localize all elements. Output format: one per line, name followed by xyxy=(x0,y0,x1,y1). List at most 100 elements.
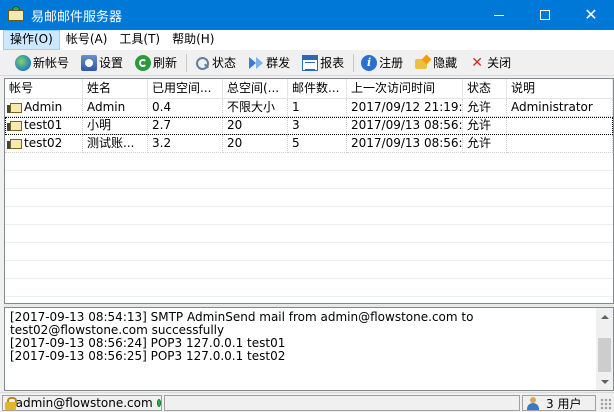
column-header-name[interactable]: 姓名 xyxy=(83,79,148,99)
cell-last-access: 2017/09/13 08:56:24 xyxy=(347,117,463,135)
status-bar: admin@flowstone.com 3 用户 xyxy=(0,392,614,412)
cell-total-space: 20 xyxy=(223,117,288,135)
accounts-list[interactable]: 帐号 姓名 已用空间... 总空间(... 邮件数... 上一次访问时间 状态 … xyxy=(4,78,614,304)
column-header-note[interactable]: 说明 xyxy=(507,79,613,99)
close-label: 关闭 xyxy=(487,56,512,70)
new-account-label: 新帐号 xyxy=(33,56,70,70)
account-icon xyxy=(7,137,22,151)
scroll-down-button[interactable] xyxy=(596,373,613,390)
broadcast-icon xyxy=(248,55,264,71)
cell-account: Admin xyxy=(5,99,83,117)
settings-icon xyxy=(81,54,98,71)
report-icon xyxy=(302,54,319,71)
cell-name: Admin xyxy=(83,99,148,117)
register-button[interactable]: i 注册 xyxy=(358,52,406,74)
minimize-icon xyxy=(494,14,504,16)
close-button[interactable]: ✕ 关闭 xyxy=(466,52,514,74)
scroll-thumb[interactable] xyxy=(598,338,611,372)
table-row[interactable]: test02 测试账... 3.2 20 5 2017/09/13 08:56:… xyxy=(5,135,613,153)
account-name: test02 xyxy=(24,136,63,150)
minimize-button[interactable] xyxy=(476,0,522,30)
resize-grip[interactable] xyxy=(600,398,612,410)
cell-used-space: 2.7 xyxy=(148,117,223,135)
cell-status: 允许 xyxy=(463,135,507,153)
user-icon xyxy=(526,396,540,410)
status-message-panel xyxy=(164,395,520,411)
broadcast-label: 群发 xyxy=(266,56,291,70)
maximize-icon xyxy=(540,10,550,20)
scroll-up-button[interactable] xyxy=(596,308,613,325)
account-icon xyxy=(7,119,22,133)
menu-bar: 操作(O) 帐号(A) 工具(T) 帮助(H) xyxy=(0,30,614,50)
status-users-count: 3 用户 xyxy=(546,396,582,411)
log-scrollbar[interactable] xyxy=(596,308,613,390)
cell-name: 小明 xyxy=(83,117,148,135)
report-button[interactable]: 报表 xyxy=(299,52,347,74)
toolbar-separator xyxy=(186,53,188,72)
log-text: [2017-09-13 08:54:13] SMTP AdminSend mai… xyxy=(10,311,596,363)
close-x-icon: ✕ xyxy=(471,54,483,71)
globe-icon xyxy=(15,54,31,71)
status-users-panel: 3 用户 xyxy=(522,395,596,411)
account-name: test01 xyxy=(24,118,63,132)
cell-used-space: 0.4 xyxy=(148,99,223,117)
status-label: 状态 xyxy=(212,56,237,70)
column-header-last-access[interactable]: 上一次访问时间 xyxy=(347,79,463,99)
report-label: 报表 xyxy=(320,56,345,70)
toolbar-separator xyxy=(353,53,355,72)
cell-note: Administrator xyxy=(507,99,613,117)
cell-last-access: 2017/09/12 21:19:53 xyxy=(347,99,463,117)
chevron-down-icon xyxy=(600,379,609,384)
title-bar[interactable]: 易邮邮件服务器 ✕ xyxy=(0,0,614,30)
cell-last-access: 2017/09/13 08:56:26 xyxy=(347,135,463,153)
info-icon: i xyxy=(361,54,378,71)
menu-tools[interactable]: 工具(T) xyxy=(113,30,166,50)
log-panel[interactable]: [2017-09-13 08:54:13] SMTP AdminSend mai… xyxy=(4,307,614,391)
cell-account: test01 xyxy=(5,117,83,135)
table-row[interactable]: test01 小明 2.7 20 3 2017/09/13 08:56:24 允… xyxy=(5,117,613,135)
cell-name: 测试账... xyxy=(83,135,148,153)
cell-account: test02 xyxy=(5,135,83,153)
cell-mail-count: 1 xyxy=(288,99,347,117)
maximize-button[interactable] xyxy=(522,0,568,30)
refresh-button[interactable]: 刷新 xyxy=(132,52,180,74)
register-label: 注册 xyxy=(379,56,404,70)
column-header-mail-count[interactable]: 邮件数... xyxy=(288,79,347,99)
window-title: 易邮邮件服务器 xyxy=(31,9,123,25)
column-header-account[interactable]: 帐号 xyxy=(5,79,83,99)
list-empty-area xyxy=(5,153,613,303)
settings-button[interactable]: 设置 xyxy=(78,52,126,74)
accounts-list-header: 帐号 姓名 已用空间... 总空间(... 邮件数... 上一次访问时间 状态 … xyxy=(5,79,613,99)
cell-total-space: 不限大小 xyxy=(223,99,288,117)
cell-note xyxy=(507,135,613,153)
close-icon: ✕ xyxy=(584,5,598,24)
lock-icon xyxy=(5,396,17,410)
menu-account[interactable]: 帐号(A) xyxy=(60,30,114,50)
new-account-button[interactable]: 新帐号 xyxy=(12,52,72,74)
column-header-total-space[interactable]: 总空间(... xyxy=(223,79,288,99)
cell-total-space: 20 xyxy=(223,135,288,153)
close-window-button[interactable]: ✕ xyxy=(568,0,614,30)
status-button[interactable]: 状态 xyxy=(191,52,239,74)
settings-label: 设置 xyxy=(99,56,124,70)
cell-status: 允许 xyxy=(463,99,507,117)
column-header-used-space[interactable]: 已用空间... xyxy=(148,79,223,99)
refresh-icon xyxy=(135,54,152,71)
cell-mail-count: 5 xyxy=(288,135,347,153)
cell-status: 允许 xyxy=(463,117,507,135)
column-header-status[interactable]: 状态 xyxy=(463,79,507,99)
hide-button[interactable]: 隐藏 xyxy=(412,52,460,74)
account-name: Admin xyxy=(24,100,63,114)
table-row[interactable]: Admin Admin 0.4 不限大小 1 2017/09/12 21:19:… xyxy=(5,99,613,117)
refresh-label: 刷新 xyxy=(153,56,178,70)
account-icon xyxy=(7,101,22,115)
status-user-panel: admin@flowstone.com xyxy=(2,395,162,411)
log-line: [2017-09-13 08:54:13] SMTP AdminSend mai… xyxy=(10,310,478,337)
hide-label: 隐藏 xyxy=(433,56,458,70)
menu-help[interactable]: 帮助(H) xyxy=(166,30,220,50)
menu-operation[interactable]: 操作(O) xyxy=(3,30,60,50)
broadcast-button[interactable]: 群发 xyxy=(245,52,293,74)
chevron-up-icon xyxy=(600,314,609,319)
cell-note xyxy=(507,117,613,135)
cell-mail-count: 3 xyxy=(288,117,347,135)
